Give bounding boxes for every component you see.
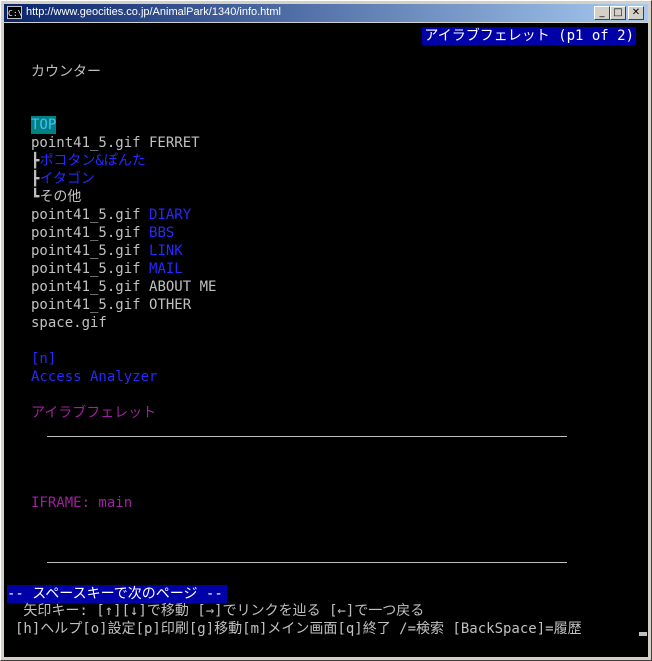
console-app-icon[interactable]: C:\ — [7, 6, 22, 19]
nav-link-label[interactable]: DIARY — [149, 207, 191, 223]
sub-item-label: その他 — [39, 189, 82, 205]
nav-link-label[interactable]: LINK — [149, 243, 183, 259]
nav-item-diary[interactable]: point41_5.gif DIARY — [31, 206, 191, 224]
help-line-arrows: 矢印キー: [↑][↓]で移動 [→]でリンクを辿る [←]で一つ戻る — [15, 603, 425, 619]
top-link[interactable]: TOP — [31, 116, 57, 134]
sub-item-label[interactable]: イタゴン — [39, 171, 94, 187]
window-title: http://www.geocities.co.jp/AnimalPark/13… — [26, 6, 281, 18]
nav-item-link[interactable]: point41_5.gif LINK — [31, 242, 183, 260]
nav-image-name: point41_5.gif — [31, 225, 150, 241]
browser-window: C:\ http://www.geocities.co.jp/AnimalPar… — [0, 0, 652, 661]
minimize-button[interactable]: _ — [594, 6, 610, 20]
nav-link-label[interactable]: MAIL — [149, 261, 183, 277]
nav-image-name: point41_5.gif — [31, 207, 150, 223]
nav-image-name: point41_5.gif — [31, 297, 150, 313]
counter-text: カウンター — [31, 64, 101, 80]
sub-item-label[interactable]: ポコタン&ぽんた — [39, 153, 145, 169]
maximize-button[interactable]: □ — [610, 6, 626, 20]
nav-image-name: point41_5.gif — [31, 243, 150, 259]
nav-item-label: OTHER — [149, 297, 192, 313]
help-line-commands: [h]ヘルプ[o]設定[p]印刷[g]移動[m]メイン画面[q]終了 /=検索 … — [15, 621, 582, 637]
status-bar: -- スペースキーで次のページ -- — [7, 585, 227, 603]
page-indicator: アイラブフェレット (p1 of 2) — [422, 27, 636, 45]
sub-item-pokotan[interactable]: ┣ポコタン&ぽんた — [31, 152, 146, 170]
close-button[interactable]: ✕ — [628, 6, 644, 20]
access-analyzer-link[interactable]: Access Analyzer — [31, 368, 157, 386]
terminal-content: アイラブフェレット (p1 of 2) カウンター TOP point41_5.… — [4, 23, 648, 657]
nav-image-name: point41_5.gif — [31, 279, 150, 295]
horizontal-rule — [47, 436, 567, 437]
site-name-heading: アイラブフェレット — [31, 405, 157, 421]
sub-item-itagon[interactable]: ┣イタゴン — [31, 170, 95, 188]
ferret-line: point41_5.gif FERRET — [31, 135, 200, 151]
nav-image-name: point41_5.gif — [31, 261, 150, 277]
n-link[interactable]: [n] — [31, 350, 56, 368]
nav-item-bbs[interactable]: point41_5.gif BBS — [31, 224, 174, 242]
horizontal-rule — [47, 562, 567, 563]
iframe-label[interactable]: IFRAME: main — [31, 494, 132, 512]
nav-item-about: point41_5.gif ABOUT ME — [31, 278, 216, 296]
space-gif-text: space.gif — [31, 315, 107, 331]
sub-item-other: ┗その他 — [31, 188, 81, 206]
nav-item-other: point41_5.gif OTHER — [31, 296, 191, 314]
nav-item-label: ABOUT ME — [149, 279, 217, 295]
nav-link-label[interactable]: BBS — [149, 225, 174, 241]
nav-item-mail[interactable]: point41_5.gif MAIL — [31, 260, 183, 278]
text-cursor — [639, 632, 647, 636]
title-bar[interactable]: C:\ http://www.geocities.co.jp/AnimalPar… — [4, 4, 648, 22]
